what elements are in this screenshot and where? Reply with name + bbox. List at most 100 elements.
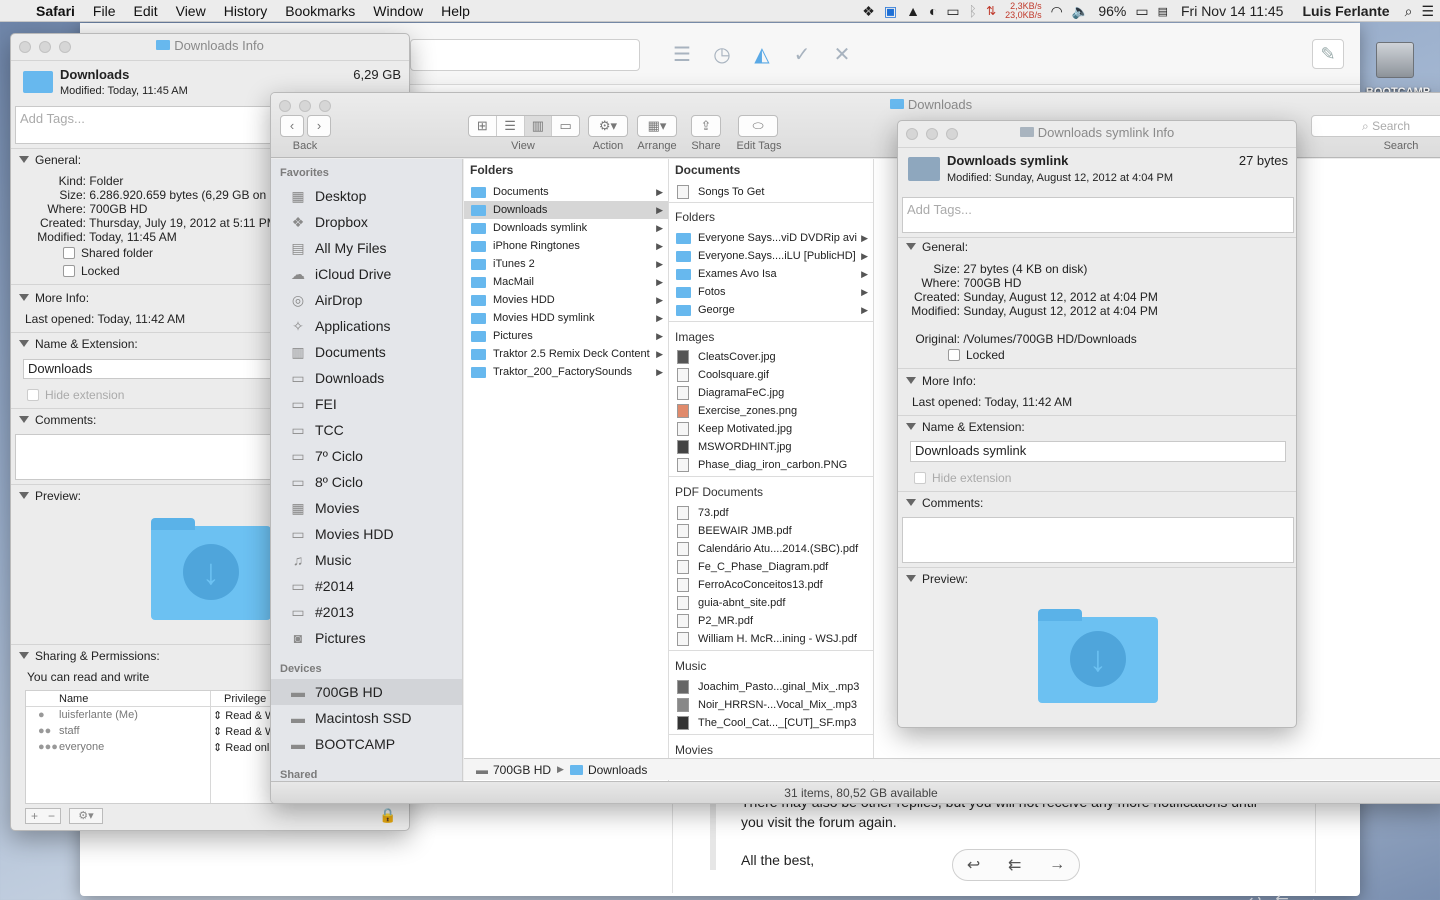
- flag-icon[interactable]: ▤: [1158, 5, 1168, 18]
- reply-all-icon[interactable]: ⇇: [1275, 891, 1288, 900]
- list-item[interactable]: Joachim_Pasto...ginal_Mix_.mp3: [669, 678, 873, 696]
- network-monitor-icon[interactable]: ⇅: [986, 4, 996, 18]
- list-item[interactable]: iPhone Ringtones ▶: [464, 237, 668, 255]
- sidebar-item-bootcamp[interactable]: ▬ BOOTCAMP: [271, 731, 462, 757]
- sidebar-item-airdrop[interactable]: ◎ AirDrop: [271, 287, 462, 313]
- google-drive-icon[interactable]: ▲: [906, 3, 920, 19]
- menu-app-safari[interactable]: Safari: [27, 3, 84, 19]
- general-section-header[interactable]: General:: [906, 240, 968, 254]
- list-item[interactable]: Downloads symlink ▶: [464, 219, 668, 237]
- wifi-icon[interactable]: ◠: [1051, 3, 1063, 20]
- list-item[interactable]: Songs To Get: [669, 183, 873, 201]
- desktop-bootcamp-drive[interactable]: BOOTCAMP: [1366, 38, 1430, 98]
- forward-icon[interactable]: →: [1303, 891, 1319, 900]
- list-item[interactable]: FerroAcoConceitos13.pdf: [669, 576, 873, 594]
- list-item[interactable]: P2_MR.pdf: [669, 612, 873, 630]
- add-icon[interactable]: +: [31, 809, 38, 823]
- safari-address-field[interactable]: [410, 39, 640, 71]
- locked-checkbox[interactable]: Locked: [948, 348, 1005, 362]
- comments-field[interactable]: [902, 517, 1294, 563]
- teamviewer-icon[interactable]: ▣: [884, 3, 897, 20]
- preview-section-header[interactable]: Preview:: [906, 572, 968, 586]
- hide-extension-checkbox[interactable]: Hide extension: [914, 471, 1011, 485]
- sidebar-item-applications[interactable]: ✧ Applications: [271, 313, 462, 339]
- bluetooth-icon[interactable]: ᛒ: [969, 3, 977, 19]
- sidebar-item-7-ciclo[interactable]: ▭ 7º Ciclo: [271, 443, 462, 469]
- comments-section-header[interactable]: Comments:: [19, 413, 96, 427]
- sidebar-item-icloud-drive[interactable]: ☁ iCloud Drive: [271, 261, 462, 287]
- sidebar-item-documents[interactable]: ▥ Documents: [271, 339, 462, 365]
- list-item[interactable]: Coolsquare.gif: [669, 366, 873, 384]
- sharing-permissions-section-header[interactable]: Sharing & Permissions:: [19, 649, 160, 663]
- comments-section-header[interactable]: Comments:: [906, 496, 983, 510]
- name-extension-section-header[interactable]: Name & Extension:: [19, 337, 138, 351]
- tags-field[interactable]: Add Tags...: [902, 197, 1294, 233]
- sidebar-item-dropbox[interactable]: ❖ Dropbox: [271, 209, 462, 235]
- list-item[interactable]: Fotos ▶: [669, 283, 873, 301]
- list-item[interactable]: Pictures ▶: [464, 327, 668, 345]
- list-item[interactable]: Phase_diag_iron_carbon.PNG: [669, 456, 873, 474]
- column-name-header[interactable]: Name: [59, 693, 88, 705]
- reply-icon[interactable]: ↩: [1248, 891, 1261, 900]
- sidebar-item-fei[interactable]: ▭ FEI: [271, 391, 462, 417]
- user-name[interactable]: Luis Ferlante: [1302, 3, 1389, 19]
- forward-button[interactable]: ›: [307, 115, 331, 137]
- list-item[interactable]: Traktor 2.5 Remix Deck Content ▶: [464, 345, 668, 363]
- reply-icon[interactable]: ↩: [967, 855, 980, 875]
- menu-window[interactable]: Window: [364, 3, 432, 19]
- menu-edit[interactable]: Edit: [124, 3, 166, 19]
- sidebar-item-2014[interactable]: ▭ #2014: [271, 573, 462, 599]
- sidebar-item-movies-hdd[interactable]: ▭ Movies HDD: [271, 521, 462, 547]
- list-icon[interactable]: ☰: [670, 43, 694, 67]
- list-item[interactable]: Keep Motivated.jpg: [669, 420, 873, 438]
- name-extension-section-header[interactable]: Name & Extension:: [906, 420, 1025, 434]
- share-button[interactable]: ⇪: [691, 115, 721, 137]
- list-item[interactable]: William H. McR...ining - WSJ.pdf: [669, 630, 873, 648]
- menu-bookmarks[interactable]: Bookmarks: [276, 3, 364, 19]
- history-clock-icon[interactable]: ◷: [710, 43, 734, 67]
- list-item[interactable]: Traktor_200_FactorySounds ▶: [464, 363, 668, 381]
- list-item[interactable]: MSWORDHINT.jpg: [669, 438, 873, 456]
- more-info-section-header[interactable]: More Info:: [19, 291, 89, 305]
- path-item[interactable]: Downloads: [588, 763, 647, 777]
- list-item[interactable]: Downloads ▶: [464, 201, 668, 219]
- menu-help[interactable]: Help: [432, 3, 479, 19]
- battery-percent[interactable]: 96%: [1098, 3, 1126, 19]
- sidebar-item-macintosh-ssd[interactable]: ▬ Macintosh SSD: [271, 705, 462, 731]
- notification-center-icon[interactable]: ☰: [1421, 3, 1434, 20]
- reply-all-icon[interactable]: ⇇: [1008, 855, 1021, 875]
- menu-view[interactable]: View: [167, 3, 215, 19]
- spotlight-icon[interactable]: ⌕: [1405, 3, 1413, 20]
- list-item[interactable]: Fe_C_Phase_Diagram.pdf: [669, 558, 873, 576]
- name-input[interactable]: Downloads symlink: [910, 441, 1286, 462]
- action-gear-button[interactable]: ⚙▾: [69, 808, 103, 824]
- hide-extension-checkbox[interactable]: Hide extension: [27, 388, 124, 402]
- list-item[interactable]: Exercise_zones.png: [669, 402, 873, 420]
- back-button[interactable]: ‹: [280, 115, 304, 137]
- list-view-icon[interactable]: ☰: [497, 116, 525, 136]
- sync-icon[interactable]: ◐: [929, 3, 937, 19]
- list-item[interactable]: George ▶: [669, 301, 873, 319]
- sidebar-item-700gb-hd[interactable]: ▬ 700GB HD: [271, 679, 462, 705]
- list-item[interactable]: The_Cool_Cat..._[CUT]_SF.mp3: [669, 714, 873, 732]
- lock-icon[interactable]: 🔒: [379, 807, 396, 824]
- list-item[interactable]: CleatsCover.jpg: [669, 348, 873, 366]
- checkmark-icon[interactable]: ✓: [790, 43, 814, 67]
- locked-checkbox[interactable]: Locked: [63, 264, 120, 278]
- shared-folder-checkbox[interactable]: Shared folder: [63, 246, 153, 260]
- path-item[interactable]: 700GB HD: [493, 763, 551, 777]
- forward-icon[interactable]: →: [1049, 856, 1065, 874]
- close-x-icon[interactable]: ✕: [830, 43, 854, 67]
- view-segmented-control[interactable]: ⊞ ☰ ▥ ▭: [468, 115, 580, 137]
- list-item[interactable]: Movies HDD ▶: [464, 291, 668, 309]
- airplay-icon[interactable]: ▭: [946, 3, 959, 20]
- column-privilege-header[interactable]: Privilege: [224, 693, 266, 705]
- edit-tags-button[interactable]: ⬭: [738, 115, 778, 137]
- list-item[interactable]: Movies HDD symlink ▶: [464, 309, 668, 327]
- search-field[interactable]: ⌕ Search: [1311, 115, 1440, 137]
- general-section-header[interactable]: General:: [19, 153, 81, 167]
- bookmark-icon[interactable]: ◭: [750, 43, 774, 67]
- sidebar-item-music[interactable]: ♫ Music: [271, 547, 462, 573]
- remove-icon[interactable]: −: [48, 809, 55, 823]
- battery-icon[interactable]: ▭: [1135, 3, 1148, 20]
